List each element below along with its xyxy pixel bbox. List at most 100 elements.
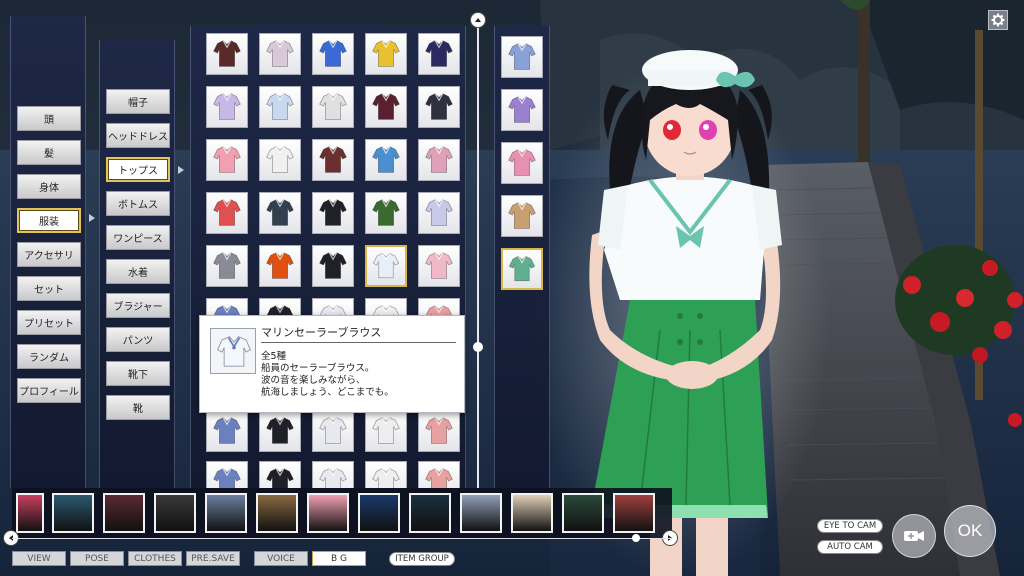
bg-pink-room-icon[interactable] xyxy=(16,493,44,533)
subcategory-button[interactable]: ブラジャー xyxy=(106,293,170,318)
ok-button[interactable]: OK xyxy=(944,505,996,557)
bg-classroom-icon[interactable] xyxy=(256,493,298,533)
item-grid-panel xyxy=(190,26,466,488)
item-tile[interactable] xyxy=(418,139,460,181)
category-button[interactable]: 服装 xyxy=(17,208,81,233)
item-tile[interactable] xyxy=(418,245,460,287)
bg-night-beach-icon[interactable] xyxy=(409,493,451,533)
variant-tile[interactable] xyxy=(501,248,543,290)
item-tile[interactable] xyxy=(365,461,407,488)
item-tile[interactable] xyxy=(312,33,354,75)
item-tile[interactable] xyxy=(259,461,301,488)
settings-button[interactable] xyxy=(988,10,1008,30)
category-button[interactable]: セット xyxy=(17,276,81,301)
category-button[interactable]: アクセサリ xyxy=(17,242,81,267)
item-tile[interactable] xyxy=(365,245,407,287)
pre-save-tab[interactable]: PRE.SAVE xyxy=(186,551,240,566)
subcategory-button[interactable]: 靴 xyxy=(106,395,170,420)
pink-blouse-icon xyxy=(213,146,241,173)
item-tile[interactable] xyxy=(418,33,460,75)
subcategory-button[interactable]: ワンピース xyxy=(106,225,170,250)
armor-top-icon xyxy=(213,252,241,279)
item-group-button[interactable]: ITEM GROUP xyxy=(389,552,455,566)
subcategory-button[interactable]: パンツ xyxy=(106,327,170,352)
view-tab[interactable]: VIEW xyxy=(12,551,66,566)
variant-panel xyxy=(494,26,550,488)
bg-strip-scroll-track xyxy=(12,538,672,539)
item-tile[interactable] xyxy=(206,410,248,452)
pink-kimono-top-icon xyxy=(425,252,453,279)
subcategory-button[interactable]: 水着 xyxy=(106,259,170,284)
bg-shop-icon[interactable] xyxy=(205,493,247,533)
item-tile[interactable] xyxy=(206,139,248,181)
item-tile[interactable] xyxy=(418,86,460,128)
item-tile[interactable] xyxy=(418,410,460,452)
subcategory-button[interactable]: トップス xyxy=(106,157,170,182)
item-tile[interactable] xyxy=(365,192,407,234)
subcategory-button[interactable]: 帽子 xyxy=(106,89,170,114)
bg-tab[interactable]: B G xyxy=(312,551,366,566)
bg-pool-icon[interactable] xyxy=(52,493,94,533)
bg-bright-room-icon[interactable] xyxy=(511,493,553,533)
variant-tile[interactable] xyxy=(501,36,543,78)
item-tile[interactable] xyxy=(259,139,301,181)
bg-red-room-icon[interactable] xyxy=(613,493,655,533)
category-button[interactable]: プロフィール xyxy=(17,378,81,403)
item-tile[interactable] xyxy=(418,192,460,234)
scrollbar-thumb[interactable] xyxy=(473,342,483,352)
item-tile[interactable] xyxy=(312,410,354,452)
item-tile[interactable] xyxy=(312,192,354,234)
item-tile[interactable] xyxy=(418,461,460,488)
item-tile[interactable] xyxy=(365,33,407,75)
bg-dark-room-icon[interactable] xyxy=(154,493,196,533)
item-tile[interactable] xyxy=(206,33,248,75)
item-tile[interactable] xyxy=(259,192,301,234)
bg-night-pool-icon[interactable] xyxy=(358,493,400,533)
white-shirt-icon xyxy=(372,417,400,444)
bg-stairs-icon[interactable] xyxy=(460,493,502,533)
item-tile[interactable] xyxy=(365,86,407,128)
category-button[interactable]: 身体 xyxy=(17,174,81,199)
subcategory-button[interactable]: 靴下 xyxy=(106,361,170,386)
auto-cam-button[interactable]: AUTO CAM xyxy=(817,540,883,554)
subcategory-button[interactable]: ボトムス xyxy=(106,191,170,216)
variant-tile[interactable] xyxy=(501,89,543,131)
item-tile[interactable] xyxy=(365,139,407,181)
eye-to-cam-button[interactable]: EYE TO CAM xyxy=(817,519,883,533)
camera-add-button[interactable] xyxy=(892,514,936,558)
item-tooltip: マリンセーラーブラウス 全5種 船員のセーラーブラウス。 波の音を楽しみながら、… xyxy=(199,315,465,413)
item-tile[interactable] xyxy=(259,86,301,128)
item-tile[interactable] xyxy=(312,245,354,287)
item-tile[interactable] xyxy=(259,410,301,452)
bg-cake-room-icon[interactable] xyxy=(307,493,349,533)
marine-sailor-blouse-icon xyxy=(372,252,400,279)
item-tile[interactable] xyxy=(259,245,301,287)
bg-restaurant-icon[interactable] xyxy=(103,493,145,533)
category-button[interactable]: 頭 xyxy=(17,106,81,131)
category-button[interactable]: ランダム xyxy=(17,344,81,369)
bg-green-hall-icon[interactable] xyxy=(562,493,604,533)
vest-icon xyxy=(319,93,347,120)
item-tile[interactable] xyxy=(312,461,354,488)
pose-tab[interactable]: POSE xyxy=(70,551,124,566)
item-tile[interactable] xyxy=(365,410,407,452)
category-button[interactable]: 髪 xyxy=(17,140,81,165)
item-tile[interactable] xyxy=(206,461,248,488)
item-grid-scrollbar[interactable] xyxy=(477,26,479,488)
subcategory-button[interactable]: ヘッドドレス xyxy=(106,123,170,148)
peach-top-icon xyxy=(425,417,453,444)
scroll-up-button[interactable] xyxy=(470,12,486,28)
item-tile[interactable] xyxy=(206,86,248,128)
item-tile[interactable] xyxy=(259,33,301,75)
variant-tile[interactable] xyxy=(501,142,543,184)
voice-tab[interactable]: VOICE xyxy=(254,551,308,566)
item-tile[interactable] xyxy=(206,245,248,287)
clothes-tab[interactable]: CLOTHES xyxy=(128,551,182,566)
bg-strip-scroll-thumb[interactable] xyxy=(632,534,640,542)
category-button[interactable]: プリセット xyxy=(17,310,81,335)
variant-tile[interactable] xyxy=(501,195,543,237)
corset-top-icon xyxy=(372,93,400,120)
item-tile[interactable] xyxy=(206,192,248,234)
item-tile[interactable] xyxy=(312,139,354,181)
item-tile[interactable] xyxy=(312,86,354,128)
